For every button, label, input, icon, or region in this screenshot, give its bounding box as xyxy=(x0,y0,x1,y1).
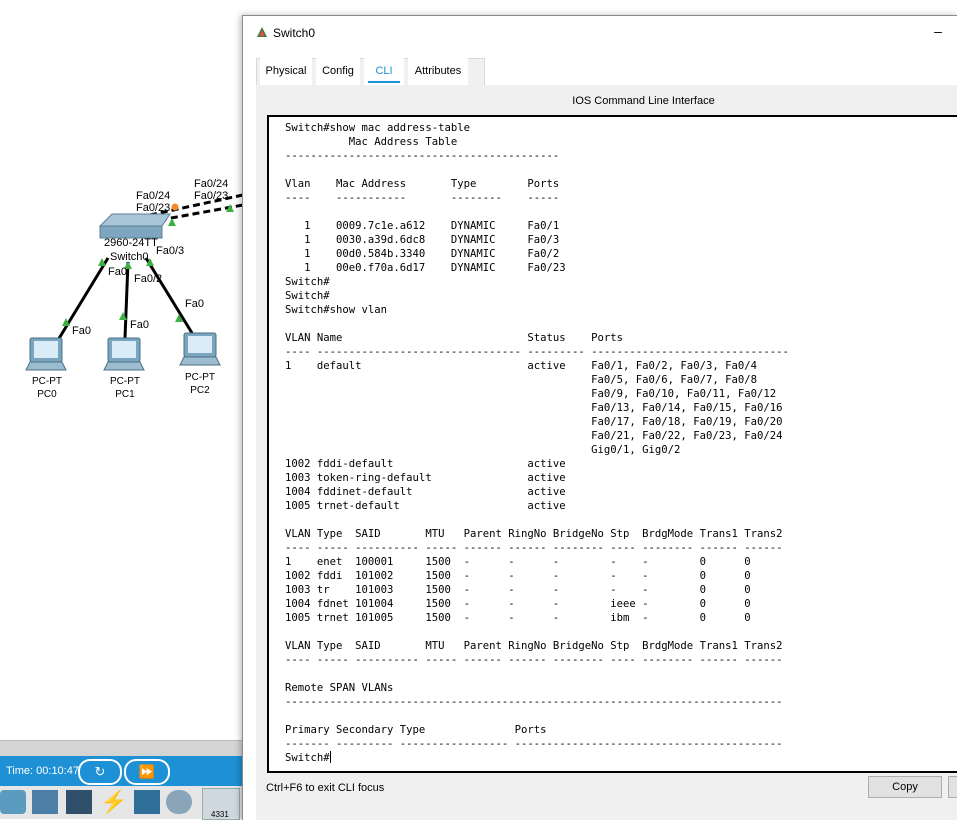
terminal-line: ---- -------------------------------- --… xyxy=(285,346,789,358)
pc1-icon[interactable] xyxy=(103,337,145,371)
end-devices-icon[interactable] xyxy=(32,790,58,814)
terminal-line: Switch#show mac address-table xyxy=(285,122,470,134)
copy-button[interactable]: Copy xyxy=(868,776,942,798)
terminal-line: 1002 fddi 101002 1500 - - - - - 0 0 xyxy=(285,570,751,582)
router-4331-icon[interactable]: 4331 xyxy=(202,788,240,820)
terminal-line: 1 00d0.584b.3340 DYNAMIC Fa0/2 xyxy=(285,248,560,260)
pc1-label: PC-PT PC1 xyxy=(100,375,150,401)
terminal-line: 1 enet 100001 1500 - - - - - 0 0 xyxy=(285,556,751,568)
terminal-line: Fa0/17, Fa0/18, Fa0/19, Fa0/20 xyxy=(285,416,783,428)
pc0-port-label: Fa0 xyxy=(72,325,91,337)
terminal-line: 1 0009.7c1e.a612 DYNAMIC Fa0/1 xyxy=(285,220,560,232)
port-label-fa03: Fa0/3 xyxy=(156,245,185,257)
workspace-scrollbar[interactable] xyxy=(0,740,243,757)
terminal-line: 1004 fdnet 101004 1500 - - - ieee - 0 0 xyxy=(285,598,751,610)
terminal-line: Primary Secondary Type Ports xyxy=(285,724,547,736)
tab-cli[interactable]: CLI xyxy=(364,58,404,85)
window-title: Switch0 xyxy=(273,26,316,40)
terminal-line: Switch# xyxy=(285,752,330,764)
switch-name-label: Switch0 xyxy=(110,251,149,263)
terminal-line: Gig0/1, Gig0/2 xyxy=(285,444,681,456)
terminal-line: VLAN Type SAID MTU Parent RingNo BridgeN… xyxy=(285,528,783,540)
terminal-line: Fa0/9, Fa0/10, Fa0/11, Fa0/12 xyxy=(285,388,777,400)
pc0-icon[interactable] xyxy=(25,337,67,371)
cli-terminal[interactable]: Switch#show mac address-table Mac Addres… xyxy=(267,115,957,773)
minimize-button[interactable]: – xyxy=(928,21,948,41)
port-label-fa024-right: Fa0/24 xyxy=(194,178,229,190)
realtime-bar: Time: 00:10:47 ↻ ⏩ xyxy=(0,756,243,786)
terminal-line: Switch# xyxy=(285,276,330,288)
paste-button[interactable] xyxy=(948,776,957,798)
port-label-fa023-right: Fa0/23 xyxy=(194,190,229,202)
router-model-label: 4331 xyxy=(211,810,229,819)
topology-links xyxy=(25,193,243,371)
terminal-line: ---- ----- ---------- ----- ------ -----… xyxy=(285,654,783,666)
terminal-line: 1002 fddi-default active xyxy=(285,458,566,470)
terminal-line: 1003 token-ring-default active xyxy=(285,472,566,484)
port-label-fa02: Fa0/2 xyxy=(134,273,163,285)
pc2-label: PC-PT PC2 xyxy=(175,371,225,397)
terminal-line: Switch# xyxy=(285,290,330,302)
fast-forward-button[interactable]: ⏩ xyxy=(124,759,170,785)
terminal-line: Fa0/13, Fa0/14, Fa0/15, Fa0/16 xyxy=(285,402,783,414)
terminal-line: ----------------------------------------… xyxy=(285,696,783,708)
miscellaneous-icon[interactable] xyxy=(134,790,160,814)
device-toolbar: ⚡ 4331 xyxy=(0,786,243,820)
cli-panel: IOS Command Line Interface Switch#show m… xyxy=(256,85,957,820)
pc2-type: PC-PT xyxy=(185,372,215,383)
terminal-line: 1004 fddinet-default active xyxy=(285,486,566,498)
pc1-type: PC-PT xyxy=(110,376,140,387)
panel-title: IOS Command Line Interface xyxy=(572,95,715,107)
pc2-name: PC2 xyxy=(190,385,210,396)
topology-workspace[interactable]: Fa0/24 Fa0/23 Fa0/24 Fa0/23 2960-24TT Sw… xyxy=(0,0,243,740)
terminal-line: ---- ----- ---------- ----- ------ -----… xyxy=(285,542,783,554)
device-window: Switch0 – Physical Config CLI Attributes… xyxy=(242,15,957,820)
tab-config[interactable]: Config xyxy=(316,58,360,85)
pc0-type: PC-PT xyxy=(32,376,62,387)
switch-model-label: 2960-24TT xyxy=(104,237,158,249)
simulation-time: Time: 00:10:47 xyxy=(6,765,79,777)
pc2-port-label: Fa0 xyxy=(185,298,204,310)
terminal-line: Fa0/5, Fa0/6, Fa0/7, Fa0/8 xyxy=(285,374,757,386)
terminal-line: 1 0030.a39d.6dc8 DYNAMIC Fa0/3 xyxy=(285,234,560,246)
network-devices-icon[interactable] xyxy=(0,790,26,814)
cli-focus-hint: Ctrl+F6 to exit CLI focus xyxy=(266,782,385,794)
terminal-line: Remote SPAN VLANs xyxy=(285,682,394,694)
terminal-line: 1 default active Fa0/1, Fa0/2, Fa0/3, Fa… xyxy=(285,360,757,372)
terminal-line: 1005 trnet 101005 1500 - - - ibm - 0 0 xyxy=(285,612,751,624)
port-label-fa023: Fa0/23 xyxy=(136,202,171,214)
terminal-line: Switch#show vlan xyxy=(285,304,388,316)
terminal-line: Mac Address Table xyxy=(285,136,458,148)
packet-tracer-icon xyxy=(257,27,267,37)
window-titlebar: Switch0 – xyxy=(243,16,957,48)
terminal-line: Vlan Mac Address Type Ports xyxy=(285,178,560,190)
tab-attributes[interactable]: Attributes xyxy=(408,58,468,85)
power-cycle-button[interactable]: ↻ xyxy=(78,759,122,785)
terminal-line: VLAN Name Status Ports xyxy=(285,332,624,344)
switch-icon[interactable] xyxy=(98,213,171,239)
terminal-line: VLAN Type SAID MTU Parent RingNo BridgeN… xyxy=(285,640,783,652)
fast-forward-icon: ⏩ xyxy=(138,764,156,779)
terminal-line: ------- --------- ----------------- ----… xyxy=(285,738,783,750)
pc2-icon[interactable] xyxy=(179,332,221,366)
text-cursor xyxy=(329,751,331,763)
pc1-port-label: Fa0 xyxy=(130,319,149,331)
terminal-line: ----------------------------------------… xyxy=(285,150,560,162)
terminal-line: 1 00e0.f70a.6d17 DYNAMIC Fa0/23 xyxy=(285,262,566,274)
pc0-name: PC0 xyxy=(37,389,57,400)
tab-physical[interactable]: Physical xyxy=(260,58,312,85)
power-cycle-icon: ↻ xyxy=(94,764,106,779)
components-icon[interactable] xyxy=(66,790,92,814)
pc1-name: PC1 xyxy=(115,389,135,400)
terminal-line: Fa0/21, Fa0/22, Fa0/23, Fa0/24 xyxy=(285,430,783,442)
multiuser-icon[interactable] xyxy=(166,790,192,814)
terminal-output[interactable]: Switch#show mac address-table Mac Addres… xyxy=(285,121,789,765)
terminal-line: ---- ----------- -------- ----- xyxy=(285,192,560,204)
port-label-fa01: Fa0 xyxy=(108,266,127,278)
terminal-line: 1005 trnet-default active xyxy=(285,500,566,512)
port-label-fa024: Fa0/24 xyxy=(136,190,171,202)
pc0-label: PC-PT PC0 xyxy=(22,375,72,401)
connections-icon[interactable]: ⚡ xyxy=(100,790,127,814)
terminal-line: 1003 tr 101003 1500 - - - - - 0 0 xyxy=(285,584,751,596)
